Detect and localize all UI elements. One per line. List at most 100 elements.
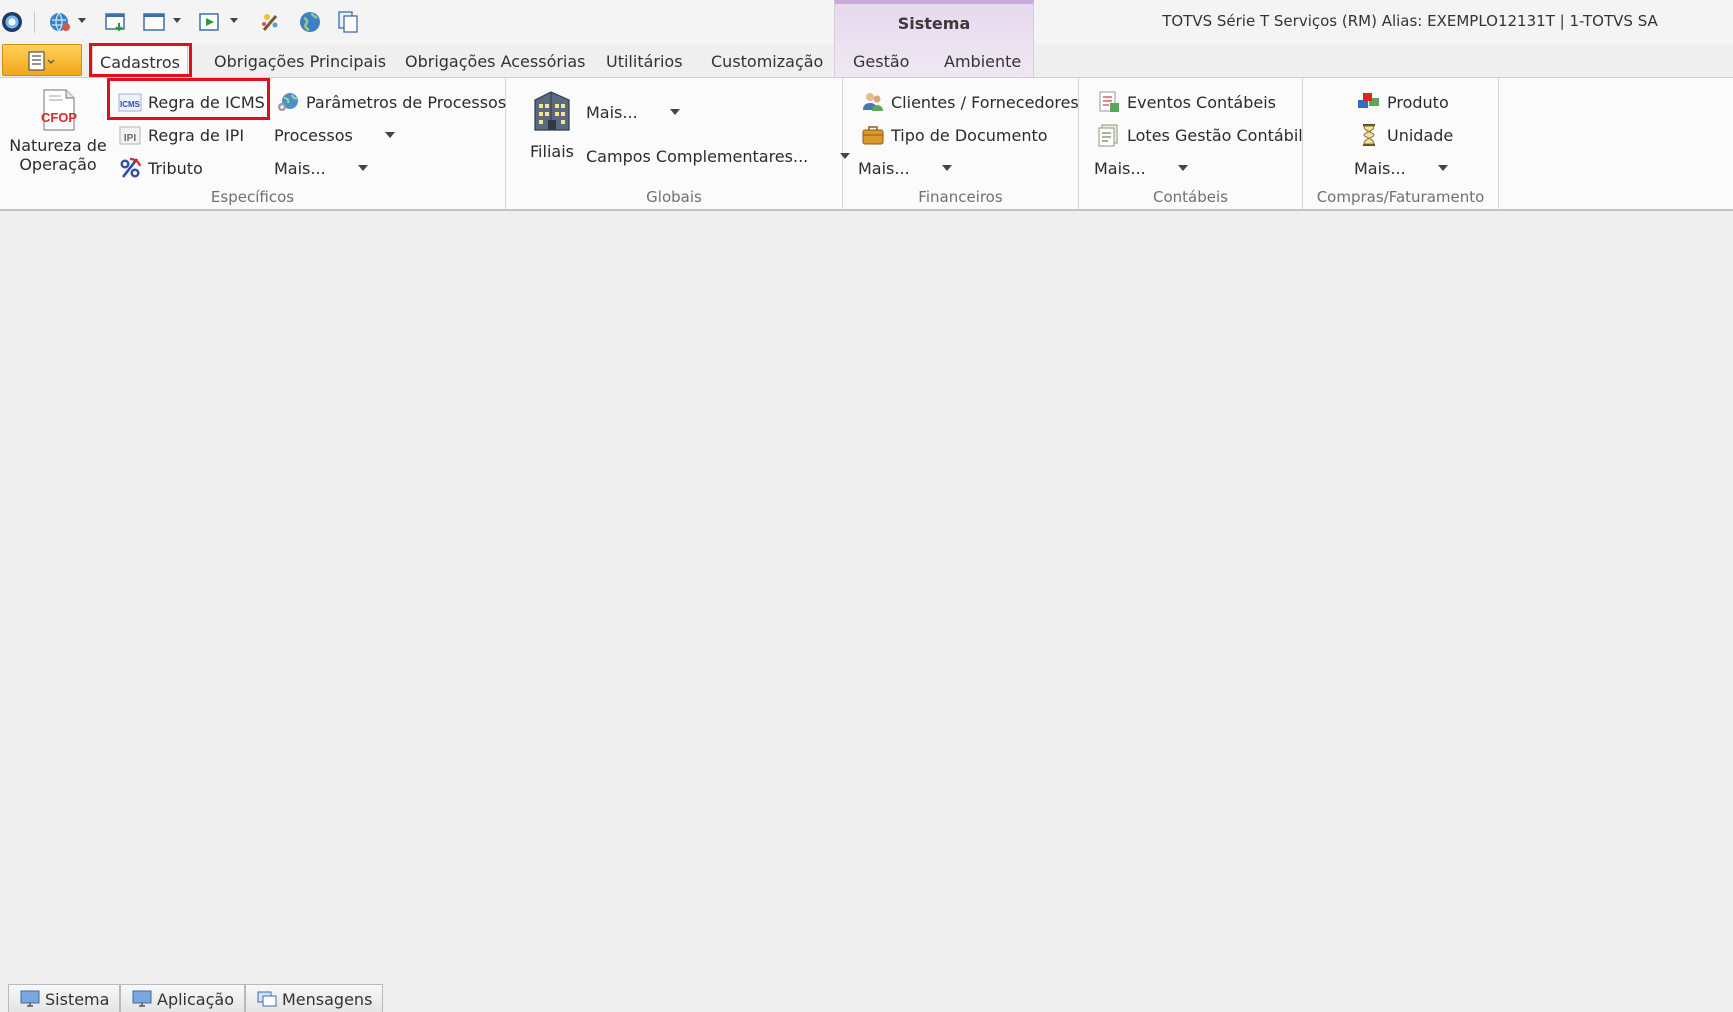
group-compras-faturamento: Produto Unidade Mais... Compras/Faturame… — [1303, 78, 1499, 209]
natureza-label-line2: Operação — [19, 155, 97, 174]
contabeis-mais-caret-icon — [1177, 165, 1188, 171]
bottom-tab-mensagens[interactable]: Mensagens — [245, 984, 384, 1012]
monitor-icon — [20, 990, 40, 1007]
copy-pages-icon[interactable] — [336, 10, 360, 34]
especificos-mais-dropdown[interactable]: Mais... — [274, 154, 368, 182]
bottom-tab-sistema[interactable]: Sistema — [8, 984, 121, 1012]
tributo-button[interactable]: Tributo — [118, 154, 203, 182]
world-icon[interactable] — [298, 10, 322, 34]
financeiros-mais-dropdown[interactable]: Mais... — [858, 154, 952, 182]
workspace-area — [0, 211, 1733, 981]
unidade-button[interactable]: Unidade — [1357, 121, 1453, 149]
parametros-processos-button[interactable]: Parâmetros de Processos — [276, 88, 506, 116]
contabeis-mais-dropdown[interactable]: Mais... — [1094, 154, 1188, 182]
bottom-tab-aplicacao[interactable]: Aplicação — [120, 984, 245, 1012]
document-menu-icon — [28, 51, 55, 71]
ribbon-tabs: Cadastros Obrigações Principais Obrigaçõ… — [0, 44, 1733, 78]
processos-caret-icon — [384, 132, 395, 138]
accounting-events-icon — [1099, 91, 1119, 112]
window-download-icon[interactable] — [104, 10, 128, 34]
bottom-tab-aplicacao-label: Aplicação — [157, 989, 234, 1009]
compras-mais-label: Mais... — [1354, 158, 1406, 178]
group-label-compras-faturamento: Compras/Faturamento — [1316, 188, 1485, 206]
tipo-documento-button[interactable]: Tipo de Documento — [861, 121, 1048, 149]
regra-icms-button[interactable]: ICMS Regra de ICMS — [118, 88, 265, 116]
natureza-label-line1: Natureza de — [9, 136, 107, 155]
regra-ipi-button[interactable]: IPI Regra de IPI — [118, 121, 244, 149]
globais-mais-dropdown[interactable]: Mais... — [586, 98, 680, 126]
globais-mais-caret-icon — [669, 109, 680, 115]
group-globais: Filiais Mais... Campos Complementares...… — [506, 78, 851, 209]
eventos-contabeis-label: Eventos Contábeis — [1127, 92, 1277, 112]
context-tab-label: Sistema — [897, 14, 971, 33]
tab-ambiente[interactable]: Ambiente — [944, 52, 1021, 71]
processos-label: Processos — [274, 125, 353, 145]
group-label-contabeis: Contábeis — [1153, 188, 1228, 206]
bottom-tab-sistema-label: Sistema — [45, 989, 110, 1009]
regra-ipi-label: Regra de IPI — [148, 125, 245, 145]
magic-wand-icon[interactable] — [258, 10, 282, 34]
clientes-fornecedores-label: Clientes / Fornecedores — [891, 92, 1079, 112]
produto-button[interactable]: Produto — [1357, 88, 1449, 116]
group-label-globais: Globais — [646, 188, 702, 206]
regra-icms-label: Regra de ICMS — [148, 92, 265, 112]
bottom-tab-mensagens-label: Mensagens — [282, 989, 373, 1009]
contabeis-mais-label: Mais... — [1094, 158, 1146, 178]
financeiros-mais-label: Mais... — [858, 158, 910, 178]
accounting-batches-icon — [1098, 124, 1118, 147]
percent-icon — [120, 157, 142, 178]
group-contabeis: Eventos Contábeis Lotes Gestão Contábil … — [1079, 78, 1303, 209]
financeiros-mais-caret-icon — [941, 165, 952, 171]
messages-icon — [257, 991, 277, 1007]
group-label-especificos: Específicos — [210, 188, 295, 206]
ribbon-panel: CFOP Natureza de Operação ICMS Regra de … — [0, 77, 1733, 211]
filiais-button[interactable]: Filiais — [520, 88, 584, 161]
product-icon — [1358, 93, 1379, 108]
filiais-label: Filiais — [530, 142, 574, 161]
svg-text:CFOP: CFOP — [41, 110, 77, 125]
compras-mais-dropdown[interactable]: Mais... — [1354, 154, 1448, 182]
globais-mais-label: Mais... — [586, 102, 638, 122]
clientes-fornecedores-button[interactable]: Clientes / Fornecedores — [861, 88, 1079, 116]
processos-dropdown[interactable]: Processos — [274, 121, 395, 149]
especificos-mais-label: Mais... — [274, 158, 326, 178]
quick-access-separator — [34, 11, 35, 33]
tab-obrigacoes-principais[interactable]: Obrigações Principais — [214, 52, 386, 71]
natureza-operacao-button[interactable]: CFOP Natureza de Operação — [6, 88, 110, 174]
especificos-mais-caret-icon — [357, 165, 368, 171]
lotes-gestao-contabil-button[interactable]: Lotes Gestão Contábil — [1097, 121, 1303, 149]
campos-complementares-dropdown[interactable]: Campos Complementares... — [586, 142, 851, 170]
layout-dropdown-caret[interactable] — [173, 18, 181, 23]
globe-settings-icon[interactable] — [48, 10, 72, 34]
tributo-label: Tributo — [148, 158, 203, 178]
tab-customizacao[interactable]: Customização — [711, 52, 823, 71]
ipi-icon: IPI — [119, 126, 141, 145]
window-title: TOTVS Série T Serviços (RM) Alias: EXEMP… — [1162, 12, 1658, 30]
window-layout-icon[interactable] — [142, 10, 166, 34]
tipo-documento-label: Tipo de Documento — [891, 125, 1048, 145]
app-orb-icon[interactable] — [0, 10, 24, 34]
users-icon — [863, 93, 883, 111]
icms-icon: ICMS — [118, 93, 142, 112]
globe-dropdown-caret[interactable] — [78, 18, 86, 23]
compras-mais-caret-icon — [1437, 165, 1448, 171]
svg-text:ICMS: ICMS — [120, 100, 141, 109]
tab-utilitarios[interactable]: Utilitários — [606, 52, 683, 71]
export-dropdown-caret[interactable] — [230, 18, 238, 23]
cfop-document-icon: CFOP — [41, 89, 77, 131]
export-window-icon[interactable] — [198, 10, 222, 34]
group-label-financeiros: Financeiros — [918, 188, 1003, 206]
building-icon — [534, 91, 570, 131]
lotes-gestao-contabil-label: Lotes Gestão Contábil — [1127, 125, 1303, 145]
tab-obrigacoes-acessorias[interactable]: Obrigações Acessórias — [405, 52, 586, 71]
application-menu-button[interactable] — [2, 44, 82, 76]
svg-text:IPI: IPI — [124, 133, 136, 144]
tab-cadastros[interactable]: Cadastros — [92, 44, 188, 78]
tab-gestao[interactable]: Gestão — [853, 52, 909, 71]
campos-complementares-label: Campos Complementares... — [586, 146, 809, 166]
process-params-icon — [278, 93, 298, 111]
produto-label: Produto — [1387, 92, 1449, 112]
hourglass-icon — [1363, 124, 1375, 146]
monitor-icon — [132, 990, 152, 1007]
eventos-contabeis-button[interactable]: Eventos Contábeis — [1097, 88, 1276, 116]
